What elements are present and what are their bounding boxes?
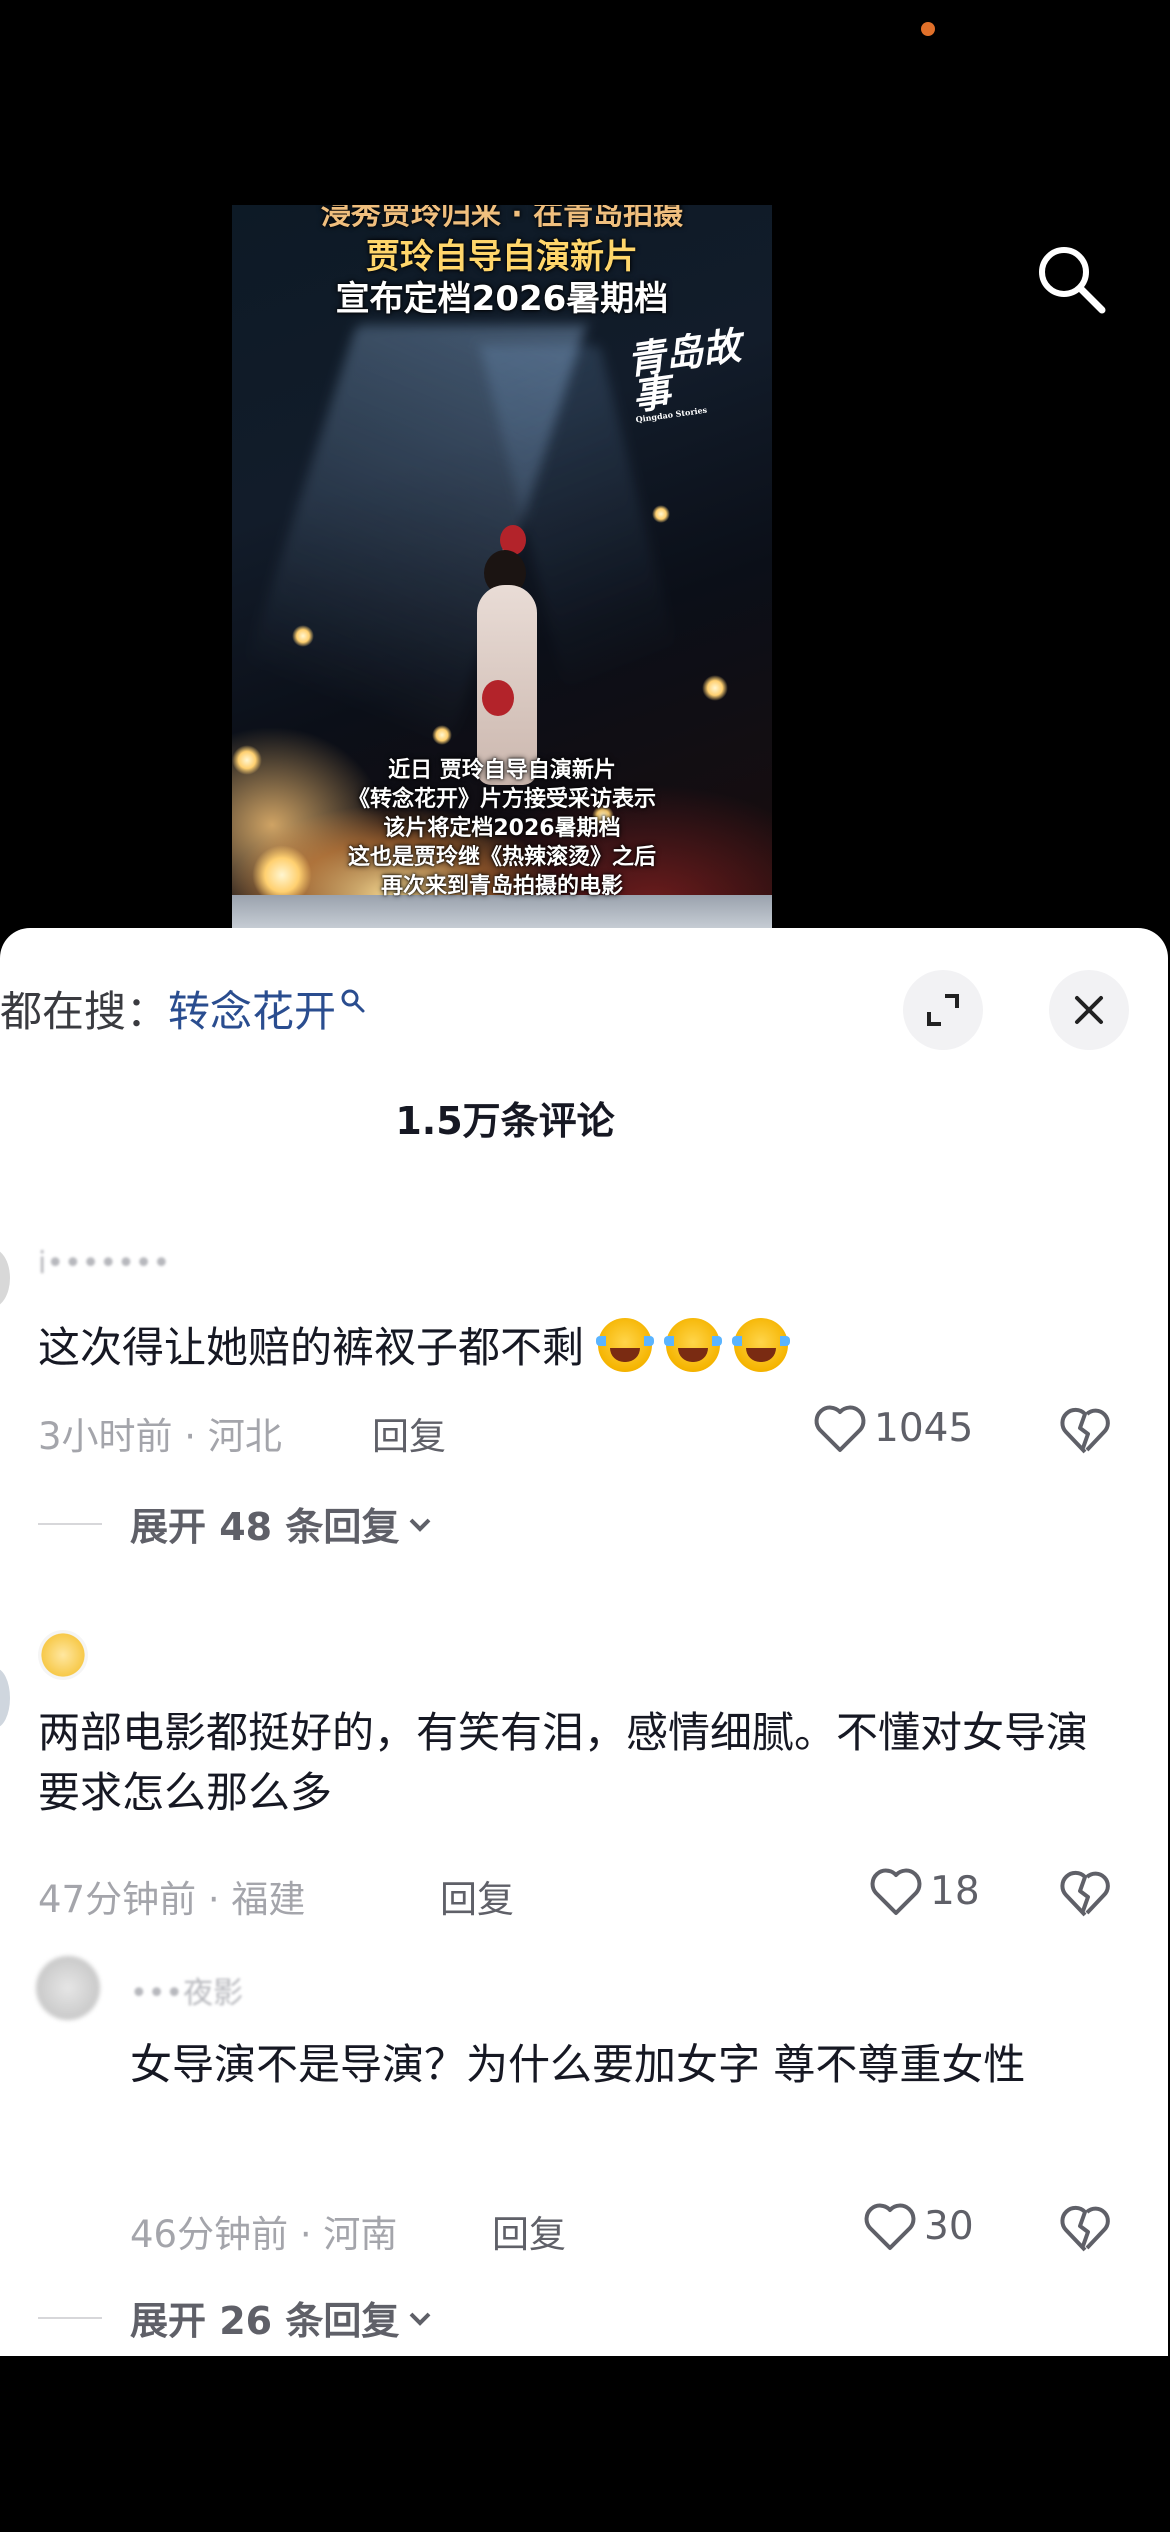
like-button[interactable]: 1045 bbox=[812, 1402, 973, 1454]
video-caption-line: 这也是贾玲继《热辣滚烫》之后 bbox=[347, 845, 656, 870]
comment-text: 这次得让她赔的裤衩子都不剩 bbox=[38, 1318, 1138, 1378]
like-count: 1045 bbox=[874, 1405, 974, 1451]
reply-button[interactable]: 回复 bbox=[440, 1869, 514, 1923]
boxing-glove bbox=[482, 680, 514, 716]
chevron-down-icon bbox=[409, 2312, 431, 2326]
heart-icon bbox=[864, 2203, 916, 2250]
like-count: 30 bbox=[924, 2203, 974, 2249]
comments-count-title: 1.5万条评论 bbox=[395, 1099, 615, 1143]
comments-sheet: 都在搜：转念花开 1.5万条评论 i••••••• 这次得让她赔的裤衩子都不剩 … bbox=[0, 928, 1168, 2356]
video-caption-line: 《转念花开》片方接受采访表示 bbox=[347, 787, 656, 812]
chevron-down-icon bbox=[409, 1518, 431, 1532]
expand-replies-button[interactable]: 展开 26 条回复 bbox=[38, 2290, 435, 2345]
stage-light bbox=[652, 505, 670, 523]
stage-light bbox=[292, 625, 314, 647]
notification-dot bbox=[921, 22, 935, 36]
avatar[interactable] bbox=[0, 1248, 10, 1308]
trending-search-tag[interactable]: 都在搜：转念花开 bbox=[0, 978, 366, 1039]
comment-meta: 47分钟前 · 福建 bbox=[38, 1878, 306, 1921]
comment-username[interactable]: •••夜影 bbox=[130, 1968, 243, 2012]
cry-laughing-emoji-icon bbox=[664, 1318, 723, 1372]
close-button[interactable] bbox=[1049, 970, 1129, 1050]
avatar[interactable] bbox=[0, 1668, 10, 1728]
trending-search-prefix: 都在搜： bbox=[0, 987, 169, 1036]
expand-replies-label: 展开 26 条回复 bbox=[130, 2299, 400, 2343]
search-icon bbox=[341, 989, 365, 1013]
broken-heart-icon bbox=[1060, 2205, 1110, 2252]
comment-meta: 3小时前 · 河北 bbox=[38, 1415, 282, 1458]
user-emoji-avatar[interactable] bbox=[38, 1630, 88, 1680]
video-player[interactable]: 浸秀贾玲归来 · 在青岛拍摄 贾玲自导自演新片 宣布定档2026暑期档 青岛故事… bbox=[232, 205, 772, 930]
broken-heart-icon bbox=[1060, 1870, 1110, 1917]
stage-light bbox=[702, 675, 728, 701]
reply-button[interactable]: 回复 bbox=[492, 2204, 566, 2258]
heart-icon bbox=[814, 1405, 866, 1452]
video-caption-line: 该片将定档2026暑期档 bbox=[383, 816, 621, 841]
video-title-line2: 宣布定档2026暑期档 bbox=[335, 279, 669, 319]
trending-search-term[interactable]: 转念花开 bbox=[168, 987, 336, 1036]
comment-text-content: 这次得让她赔的裤衩子都不剩 bbox=[38, 1323, 585, 1372]
divider-line bbox=[38, 1522, 102, 1525]
expand-icon bbox=[927, 994, 959, 1026]
like-count: 18 bbox=[930, 1868, 980, 1914]
dislike-button[interactable] bbox=[1058, 2202, 1112, 2258]
dislike-button[interactable] bbox=[1058, 1404, 1112, 1460]
bottom-black-bar bbox=[0, 2356, 1170, 2532]
comment-text: 女导演不是导演？为什么要加女字 尊不尊重女性 bbox=[130, 2040, 1026, 2089]
comment-text: 两部电影都挺好的，有笑有泪，感情细腻。不懂对女导演要求怎么那么多 bbox=[38, 1708, 1089, 1817]
video-caption-line: 再次来到青岛拍摄的电影 bbox=[380, 874, 623, 899]
expand-button[interactable] bbox=[903, 970, 983, 1050]
video-caption-line: 近日 贾玲自导自演新片 bbox=[388, 758, 616, 783]
heart-icon bbox=[870, 1868, 922, 1915]
comment-username[interactable]: i••••••• bbox=[38, 1246, 170, 1281]
expand-replies-button[interactable]: 展开 48 条回复 bbox=[38, 1496, 435, 1551]
brand-logo: 青岛故事 Qingdao Stories bbox=[624, 322, 772, 424]
expand-replies-label: 展开 48 条回复 bbox=[130, 1505, 400, 1549]
like-button[interactable]: 30 bbox=[862, 2200, 974, 2252]
like-button[interactable]: 18 bbox=[868, 1865, 980, 1917]
search-icon bbox=[1039, 247, 1106, 314]
dislike-button[interactable] bbox=[1058, 1867, 1112, 1923]
cry-laughing-emoji-icon bbox=[596, 1318, 655, 1372]
avatar[interactable] bbox=[36, 1956, 100, 2020]
divider-line bbox=[38, 2316, 102, 2319]
search-button[interactable] bbox=[1032, 240, 1112, 320]
stage-light bbox=[432, 725, 452, 745]
close-icon bbox=[1075, 996, 1103, 1024]
comment-meta: 46分钟前 · 河南 bbox=[130, 2213, 398, 2256]
cry-laughing-emoji-icon bbox=[732, 1318, 791, 1372]
broken-heart-icon bbox=[1060, 1407, 1110, 1454]
reply-button[interactable]: 回复 bbox=[372, 1406, 446, 1460]
